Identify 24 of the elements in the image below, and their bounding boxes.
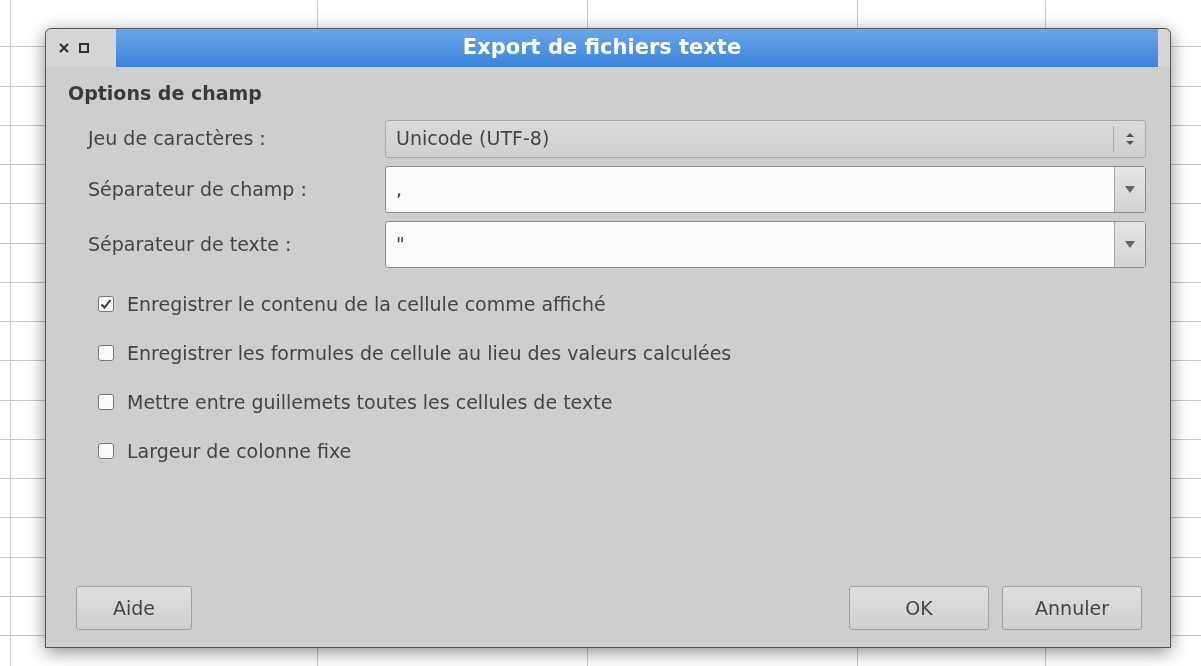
dialog-button[interactable]: Annuler (1002, 586, 1142, 630)
checkbox[interactable] (98, 345, 114, 361)
checkbox[interactable] (98, 296, 114, 312)
combo-field[interactable]: , (385, 165, 1146, 213)
field-label: Jeu de caractères : (86, 126, 267, 152)
checkbox[interactable] (98, 394, 114, 410)
checkbox-label: Largeur de colonne fixe (127, 438, 352, 464)
dialog-button[interactable]: OK (849, 586, 989, 630)
section-title: Options de champ (68, 81, 262, 106)
charset-select[interactable]: Unicode (UTF-8) (385, 119, 1146, 158)
close-icon[interactable] (58, 42, 70, 54)
spin-arrows-icon (1125, 131, 1134, 146)
dialog-button[interactable]: Aide (76, 586, 192, 630)
window-title: Export de fichiers texte (462, 34, 743, 62)
dropdown-arrow-icon (1125, 240, 1135, 248)
maximize-icon[interactable] (78, 42, 90, 54)
dropdown-arrow-icon (1125, 185, 1135, 193)
field-label: Séparateur de texte : (87, 231, 293, 257)
combo-field[interactable]: " (385, 220, 1146, 268)
field-label: Séparateur de champ : (87, 176, 308, 202)
checkbox-label: Enregistrer les formules de cellule au lieu des valeurs calculées (127, 340, 732, 366)
checkbox[interactable] (98, 443, 114, 459)
checkbox-label: Mettre entre guillemets toutes les cellules de texte (127, 389, 613, 415)
checkbox-label: Enregistrer le contenu de la cellule comme affiché (127, 291, 606, 317)
